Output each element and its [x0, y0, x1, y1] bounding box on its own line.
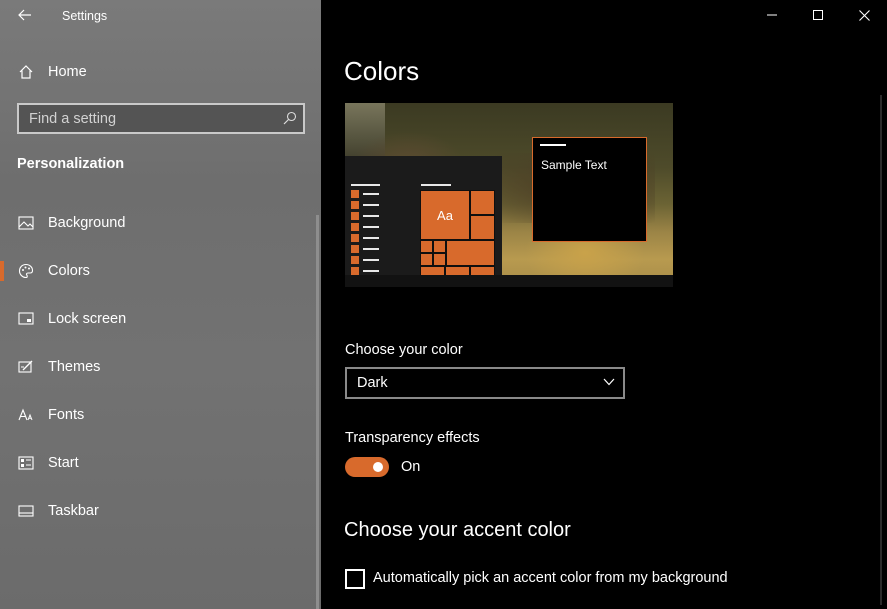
sidebar-item-label: Start: [48, 455, 79, 471]
maximize-button[interactable]: [795, 0, 841, 30]
close-button[interactable]: [841, 0, 887, 30]
maximize-icon: [813, 10, 823, 20]
choose-color-label: Choose your color: [345, 342, 463, 358]
sidebar-item-taskbar[interactable]: Taskbar: [0, 491, 316, 531]
color-preview: Aa Sample Text: [345, 103, 673, 287]
home-icon: [17, 63, 35, 81]
search-icon[interactable]: [283, 111, 297, 125]
app-title: Settings: [62, 9, 108, 23]
preview-line: [363, 204, 379, 206]
section-title-personalization: Personalization: [17, 156, 125, 172]
toggle-knob: [373, 462, 383, 472]
picture-icon: [17, 214, 35, 232]
sidebar: Settings Home Personalization Background: [0, 0, 321, 609]
back-button[interactable]: [12, 4, 38, 26]
sidebar-item-colors[interactable]: Colors: [0, 251, 316, 291]
transparency-label: Transparency effects: [345, 430, 480, 446]
nav-home-label: Home: [48, 64, 87, 80]
preview-line: [363, 237, 379, 239]
sample-text: Sample Text: [541, 158, 607, 172]
preview-tile: [470, 215, 495, 240]
active-indicator: [0, 261, 4, 281]
preview-bar: [351, 256, 359, 264]
sidebar-item-background[interactable]: Background: [0, 203, 316, 243]
sidebar-item-label: Lock screen: [48, 311, 127, 327]
themes-icon: [17, 358, 35, 376]
title-bar: Settings: [0, 0, 321, 32]
chevron-down-icon: [603, 378, 615, 386]
preview-bar: [351, 245, 359, 253]
preview-bar: [351, 234, 359, 242]
preview-line: [363, 193, 379, 195]
preview-line: [363, 248, 379, 250]
preview-sample-window: Sample Text: [532, 137, 647, 242]
preview-bar: [351, 190, 359, 198]
preview-start-menu: Aa: [345, 156, 502, 276]
preview-bar: [351, 201, 359, 209]
palette-icon: [17, 262, 35, 280]
sidebar-item-label: Taskbar: [48, 503, 99, 519]
choose-color-dropdown[interactable]: Dark: [345, 367, 625, 399]
preview-tile: [420, 240, 433, 253]
preview-tile: [420, 253, 433, 266]
sidebar-item-label: Background: [48, 215, 126, 231]
page-title: Colors: [344, 56, 420, 86]
preview-line: [421, 184, 451, 186]
dropdown-value: Dark: [357, 375, 388, 391]
sidebar-item-fonts[interactable]: Fonts: [0, 395, 316, 435]
preview-line: [363, 215, 379, 217]
sidebar-item-label: Fonts: [48, 407, 85, 423]
preview-line: [351, 184, 380, 186]
preview-tile: [433, 253, 446, 266]
preview-line: [363, 226, 379, 228]
main-content: Colors Aa Sample Text Choose your color …: [321, 0, 887, 609]
fonts-icon: [17, 406, 35, 424]
auto-accent-label[interactable]: Automatically pick an accent color from …: [373, 570, 728, 586]
preview-tile: [446, 240, 495, 266]
sidebar-item-label: Themes: [48, 359, 101, 375]
sidebar-item-start[interactable]: Start: [0, 443, 316, 483]
preview-bar: [351, 223, 359, 231]
taskbar-icon: [17, 502, 35, 520]
start-icon: [17, 454, 35, 472]
auto-accent-checkbox[interactable]: [345, 569, 365, 589]
transparency-toggle[interactable]: [345, 457, 389, 477]
back-arrow-icon: [18, 9, 31, 21]
preview-bar: [351, 212, 359, 220]
lock-screen-icon: [17, 310, 35, 328]
sidebar-item-label: Colors: [48, 263, 90, 279]
preview-bar: [351, 267, 359, 275]
transparency-state: On: [401, 459, 421, 475]
preview-tile: [433, 240, 446, 253]
main-scrollbar[interactable]: [880, 95, 882, 605]
accent-color-heading: Choose your accent color: [344, 519, 571, 541]
search-input[interactable]: [19, 105, 269, 132]
preview-taskbar: [345, 275, 673, 287]
preview-tile-aa: Aa: [420, 190, 470, 240]
preview-line: [540, 144, 566, 146]
minimize-icon: [767, 14, 777, 16]
minimize-button[interactable]: [749, 0, 795, 30]
preview-tile: [470, 190, 495, 215]
search-box[interactable]: [17, 103, 305, 134]
preview-line: [363, 270, 379, 272]
nav-home[interactable]: Home: [0, 56, 321, 88]
window-controls: [749, 0, 887, 32]
sidebar-item-themes[interactable]: Themes: [0, 347, 316, 387]
close-icon: [858, 9, 870, 21]
sidebar-scrollbar[interactable]: [316, 215, 319, 609]
preview-line: [363, 259, 379, 261]
sidebar-item-lock-screen[interactable]: Lock screen: [0, 299, 316, 339]
